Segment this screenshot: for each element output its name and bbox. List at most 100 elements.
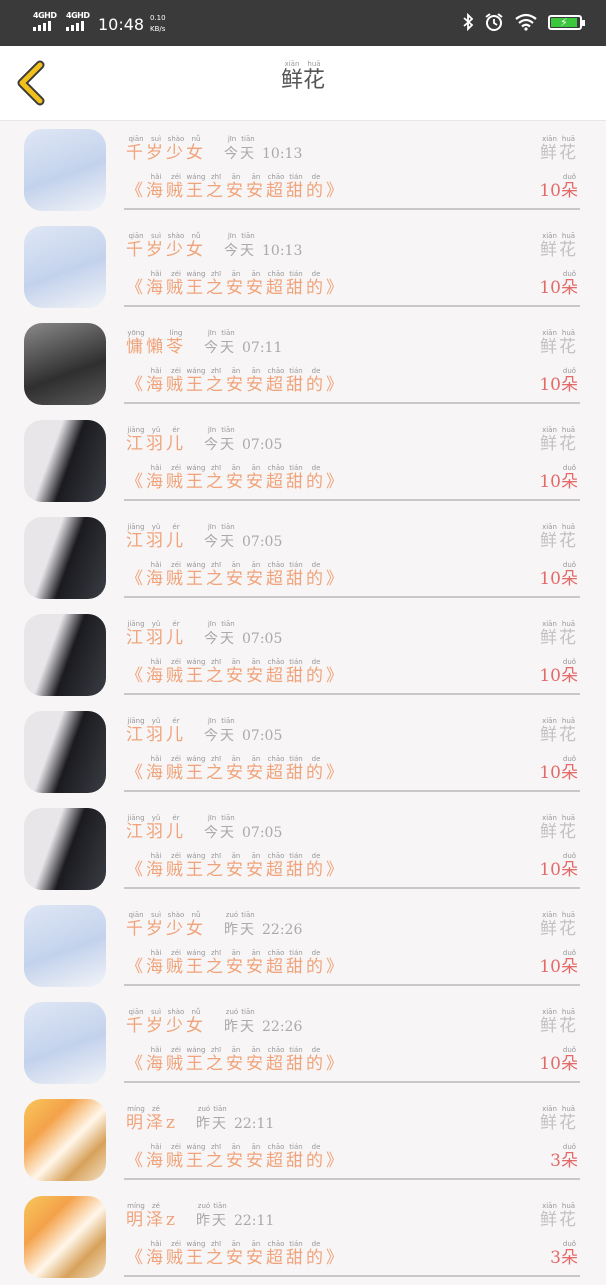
book-title[interactable]: 《 海hǎi贼zéi王wáng之zhī安ān安ān超chāo甜tián的de》 xyxy=(126,561,346,589)
avatar[interactable] xyxy=(24,1099,106,1181)
book-title-char: 安ān xyxy=(246,367,266,395)
book-title-char: 超chāo xyxy=(266,1143,286,1171)
book-title-char: 安ān xyxy=(226,464,246,492)
book-title[interactable]: 《 海hǎi贼zéi王wáng之zhī安ān安ān超chāo甜tián的de》 xyxy=(126,270,346,298)
sender-name-char: 江jiāng xyxy=(126,814,146,842)
book-title[interactable]: 《 海hǎi贼zéi王wáng之zhī安ān安ān超chāo甜tián的de》 xyxy=(126,1143,346,1171)
book-title[interactable]: 《 海hǎi贼zéi王wáng之zhī安ān安ān超chāo甜tián的de》 xyxy=(126,367,346,395)
book-title-char: 之zhī xyxy=(206,1143,226,1171)
sent-day-char: 今jīn xyxy=(204,717,220,744)
book-title-char: 海hǎi xyxy=(146,561,166,589)
flower-count: 3朵duǒ xyxy=(550,1143,578,1171)
avatar[interactable] xyxy=(24,129,106,211)
book-title-char: 超chāo xyxy=(266,852,286,880)
list-item[interactable]: 江jiāng羽yǔ儿ér 今jīn天tiān 07:05 鲜xiān花huā 《 海hǎ… xyxy=(0,412,606,509)
book-title-char: 《 xyxy=(126,472,146,492)
network-speed-unit: KB/s xyxy=(150,25,166,33)
list-item[interactable]: 千qiān岁suì少shào女nǚ 昨zuó天tiān 22:26 鲜xiān花huā… xyxy=(0,994,606,1091)
sender-name: 江jiāng羽yǔ儿ér 今jīn天tiān 07:05 xyxy=(126,717,282,745)
flower-label-char: 鲜xiān xyxy=(540,232,559,260)
avatar[interactable] xyxy=(24,1002,106,1084)
sender-name: 千qiān岁suì少shào女nǚ 昨zuó天tiān 22:26 xyxy=(126,1008,302,1036)
book-title-char: 《 xyxy=(126,957,146,977)
book-title-char: 》 xyxy=(326,181,346,201)
list-item[interactable]: 慵yōng懶 苓líng 今jīn天tiān 07:11 鲜xiān花huā 《 海hǎ… xyxy=(0,315,606,412)
book-title[interactable]: 《 海hǎi贼zéi王wáng之zhī安ān安ān超chāo甜tián的de》 xyxy=(126,464,346,492)
sent-day-char: 昨zuó xyxy=(224,911,240,938)
avatar[interactable] xyxy=(24,323,106,405)
book-title[interactable]: 《 海hǎi贼zéi王wáng之zhī安ān安ān超chāo甜tián的de》 xyxy=(126,949,346,977)
book-title[interactable]: 《 海hǎi贼zéi王wáng之zhī安ān安ān超chāo甜tián的de》 xyxy=(126,852,346,880)
avatar[interactable] xyxy=(24,226,106,308)
book-title-char: 的de xyxy=(306,464,326,492)
avatar[interactable] xyxy=(24,905,106,987)
book-title[interactable]: 《 海hǎi贼zéi王wáng之zhī安ān安ān超chāo甜tián的de》 xyxy=(126,173,346,201)
sent-time: 今jīn天tiān 07:11 xyxy=(204,329,282,356)
book-title-char: 安ān xyxy=(246,852,266,880)
flower-label-char: 花huā xyxy=(559,1202,578,1230)
sent-day-char: 天tiān xyxy=(240,1008,256,1035)
list-item[interactable]: 江jiāng羽yǔ儿ér 今jīn天tiān 07:05 鲜xiān花huā 《 海hǎ… xyxy=(0,703,606,800)
book-title-char: 贼zéi xyxy=(166,949,186,977)
page-title-char: 花huā xyxy=(303,60,326,93)
book-title[interactable]: 《 海hǎi贼zéi王wáng之zhī安ān安ān超chāo甜tián的de》 xyxy=(126,1240,346,1268)
sent-day-char: 天tiān xyxy=(211,1202,228,1229)
sender-name-char: 岁suì xyxy=(146,911,166,939)
list-item[interactable]: 千qiān岁suì少shào女nǚ 今jīn天tiān 10:13 鲜xiān花huā… xyxy=(0,218,606,315)
network-speed: 0.10 KB/s xyxy=(150,13,166,35)
row-divider xyxy=(124,887,580,889)
avatar[interactable] xyxy=(24,1196,106,1278)
flower-label-char: 花huā xyxy=(559,1008,578,1036)
sent-time: 今jīn天tiān 10:13 xyxy=(224,135,302,162)
book-title[interactable]: 《 海hǎi贼zéi王wáng之zhī安ān安ān超chāo甜tián的de》 xyxy=(126,755,346,783)
sender-name-char: 儿ér xyxy=(166,523,186,551)
book-title-char: 王wáng xyxy=(186,755,206,783)
avatar[interactable] xyxy=(24,420,106,502)
sender-name-char: 慵yōng xyxy=(126,329,146,357)
book-title[interactable]: 《 海hǎi贼zéi王wáng之zhī安ān安ān超chāo甜tián的de》 xyxy=(126,1046,346,1074)
sent-clock: 22:26 xyxy=(262,1019,303,1035)
status-time: 10:48 xyxy=(98,15,145,34)
flower-label-char: 鲜xiān xyxy=(540,911,559,939)
avatar[interactable] xyxy=(24,808,106,890)
avatar[interactable] xyxy=(24,517,106,599)
sender-name-char: 江jiāng xyxy=(126,426,146,454)
avatar[interactable] xyxy=(24,614,106,696)
flower-label: 鲜xiān花huā xyxy=(540,911,578,939)
book-title-char: 的de xyxy=(306,852,326,880)
sender-name-char: z xyxy=(166,1113,178,1133)
flower-count: 10朵duǒ xyxy=(539,658,578,686)
sent-time: 昨zuó天tiān 22:26 xyxy=(224,911,302,938)
book-title-char: 王wáng xyxy=(186,949,206,977)
sent-day-char: 今jīn xyxy=(224,232,240,259)
book-title-char: 安ān xyxy=(246,949,266,977)
list-item[interactable]: 江jiāng羽yǔ儿ér 今jīn天tiān 07:05 鲜xiān花huā 《 海hǎ… xyxy=(0,606,606,703)
avatar[interactable] xyxy=(24,711,106,793)
flower-label: 鲜xiān花huā xyxy=(540,717,578,745)
flower-count-unit-char: 朵duǒ xyxy=(561,949,578,977)
list-item[interactable]: 江jiāng羽yǔ儿ér 今jīn天tiān 07:05 鲜xiān花huā 《 海hǎ… xyxy=(0,509,606,606)
sender-name-char: 女nǚ xyxy=(186,911,206,939)
book-title-char: 甜tián xyxy=(286,658,306,686)
sender-name-char: 少shào xyxy=(166,232,186,260)
list-item[interactable]: 明míng泽zéz 昨zuó天tiān 22:11 鲜xiān花huā 《 海hǎi贼… xyxy=(0,1091,606,1188)
sent-day-char: 天tiān xyxy=(220,814,236,841)
flower-label-char: 花huā xyxy=(559,135,578,163)
book-title-char: 》 xyxy=(326,1054,346,1074)
book-title-char: 安ān xyxy=(226,852,246,880)
alarm-icon xyxy=(485,13,503,31)
book-title-char: 》 xyxy=(326,278,346,298)
row-divider xyxy=(124,984,580,986)
book-title-char: 贼zéi xyxy=(166,367,186,395)
book-title-char: 之zhī xyxy=(206,852,226,880)
book-title[interactable]: 《 海hǎi贼zéi王wáng之zhī安ān安ān超chāo甜tián的de》 xyxy=(126,658,346,686)
list-item[interactable]: 千qiān岁suì少shào女nǚ 今jīn天tiān 10:13 鲜xiān花huā… xyxy=(0,121,606,218)
list-item[interactable]: 明míng泽zéz 昨zuó天tiān 22:11 鲜xiān花huā 《 海hǎi贼… xyxy=(0,1188,606,1285)
book-title-char: 之zhī xyxy=(206,1240,226,1268)
flower-count: 10朵duǒ xyxy=(539,561,578,589)
book-title-char: 王wáng xyxy=(186,1046,206,1074)
sender-name-char: 羽yǔ xyxy=(146,523,166,551)
list-item[interactable]: 江jiāng羽yǔ儿ér 今jīn天tiān 07:05 鲜xiān花huā 《 海hǎ… xyxy=(0,800,606,897)
list-item[interactable]: 千qiān岁suì少shào女nǚ 昨zuó天tiān 22:26 鲜xiān花huā… xyxy=(0,897,606,994)
book-title-char: 甜tián xyxy=(286,367,306,395)
